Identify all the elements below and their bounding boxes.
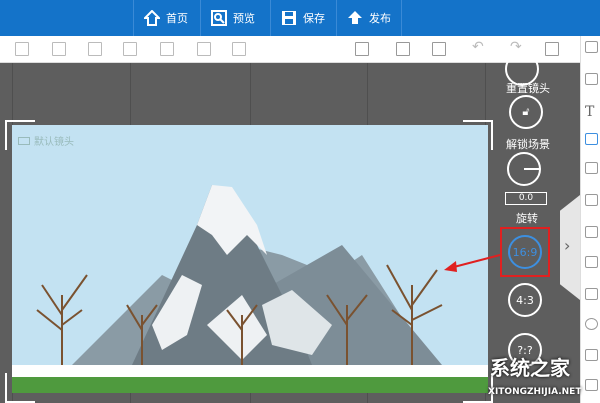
reset-camera-label: 重置镜头 — [506, 82, 550, 95]
unlock-icon: 🔓︎ — [522, 105, 530, 118]
save-icon — [282, 11, 296, 25]
distribute-horizontal-icon[interactable] — [15, 42, 29, 56]
person-icon[interactable] — [585, 379, 598, 391]
film-icon[interactable] — [585, 288, 598, 300]
rotate-label: 旋转 — [516, 212, 538, 225]
plane-icon[interactable] — [585, 349, 598, 361]
folder-icon[interactable] — [585, 226, 598, 238]
dial-handle-icon — [524, 168, 539, 170]
watermark-text: 系统之家 — [490, 356, 570, 380]
text-icon[interactable]: T — [585, 104, 598, 120]
home-icon — [144, 10, 160, 26]
publish-button[interactable]: 发布 — [336, 0, 402, 36]
unlock-scene-label: 解锁场景 — [506, 138, 550, 151]
publish-label: 发布 — [369, 12, 391, 25]
speech-bubble-icon[interactable] — [585, 194, 598, 206]
rotate-dial[interactable] — [507, 152, 541, 186]
paste-icon[interactable] — [432, 42, 446, 56]
save-label: 保存 — [303, 12, 325, 25]
align-right-icon[interactable] — [88, 42, 102, 56]
shape-icon[interactable] — [585, 41, 598, 53]
preview-icon — [211, 10, 227, 26]
character-icon[interactable] — [585, 133, 598, 145]
unlock-scene-button[interactable]: 🔓︎ — [509, 95, 543, 129]
copy-icon[interactable] — [396, 42, 410, 56]
red-arrow-icon — [444, 254, 501, 272]
align-top-icon[interactable] — [160, 42, 174, 56]
align-toolbar: ↶ ↷ — [0, 36, 580, 63]
chevron-right-icon[interactable]: › — [564, 236, 570, 255]
image-icon[interactable] — [585, 73, 598, 85]
preview-button[interactable]: 预览 — [200, 0, 265, 36]
publish-icon — [348, 11, 362, 24]
preview-label: 预览 — [233, 12, 255, 25]
effects-icon[interactable] — [585, 162, 598, 174]
home-label: 首页 — [166, 12, 188, 25]
align-left-icon[interactable] — [52, 42, 66, 56]
undo-icon[interactable]: ↶ — [472, 39, 486, 55]
align-middle-icon[interactable] — [232, 42, 246, 56]
home-button[interactable]: 首页 — [133, 0, 198, 36]
right-toolbox: T — [580, 36, 600, 403]
align-bottom-icon[interactable] — [197, 42, 211, 56]
camera-frame[interactable] — [5, 120, 493, 403]
ratio-4-3-button[interactable]: 4:3 — [508, 283, 542, 317]
watermark-url: XITONGZHIJIA.NET — [488, 387, 582, 397]
top-bar: 首页 预览 保存 发布 — [0, 0, 600, 36]
save-button[interactable]: 保存 — [270, 0, 335, 36]
rotation-input[interactable]: 0.0 — [505, 192, 547, 205]
align-center-icon[interactable] — [123, 42, 137, 56]
history-icon[interactable] — [545, 42, 559, 56]
lock-icon[interactable] — [355, 42, 369, 56]
music-icon[interactable] — [585, 256, 598, 268]
redo-icon[interactable]: ↷ — [510, 39, 524, 55]
flash-icon[interactable] — [585, 318, 598, 330]
ratio-16-9-button[interactable]: 16:9 — [508, 235, 542, 269]
